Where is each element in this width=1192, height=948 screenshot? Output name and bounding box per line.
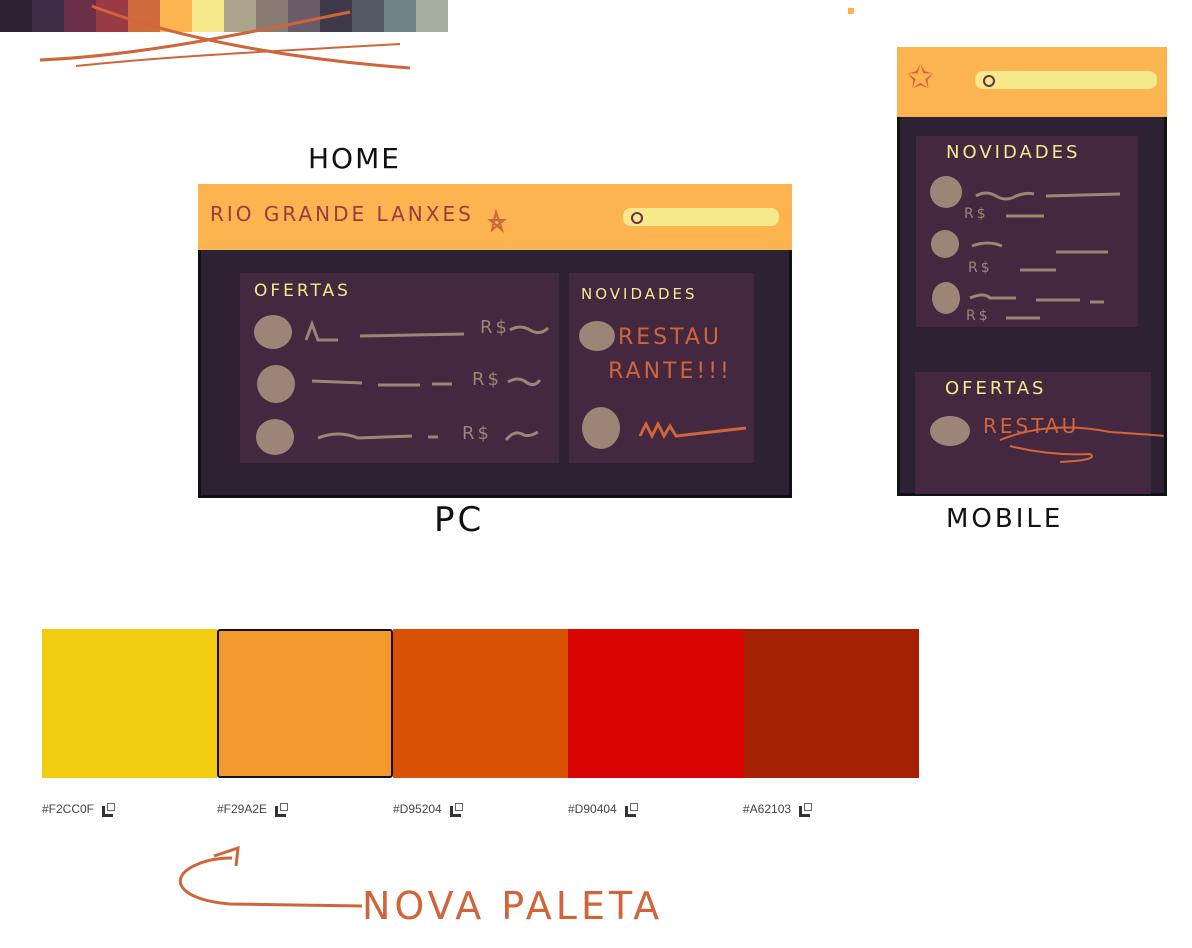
copy-icon[interactable]: [275, 802, 289, 817]
pc-oferta-thumb: [254, 315, 292, 349]
old-swatch: [384, 0, 416, 32]
search-icon: [983, 75, 995, 87]
mobile-novidade-thumb: [932, 282, 960, 314]
home-label: HOME: [308, 142, 401, 175]
hex-code: #F29A2E: [217, 802, 268, 816]
copy-icon[interactable]: [799, 802, 813, 817]
pc-novidade-thumb: [582, 407, 620, 449]
pc-header: RIO GRANDE LANXES: [198, 184, 792, 250]
old-swatch: [192, 0, 224, 32]
pc-novidades-panel: NOVIDADES RESTAU RANTE!!!: [569, 273, 754, 463]
palette-hex-3: #D95204: [393, 802, 463, 817]
mobile-price-label: R$: [964, 206, 989, 222]
palette-hex-5: #A62103: [743, 802, 813, 817]
search-icon: [631, 212, 643, 224]
pc-search-bar[interactable]: [623, 208, 779, 226]
mobile-novidades-panel: NOVIDADES R$ R$ R$: [916, 136, 1138, 327]
pc-label: PC: [434, 500, 485, 540]
mobile-novidades-title: NOVIDADES: [946, 142, 1081, 163]
old-swatch: [256, 0, 288, 32]
mobile-price-label: R$: [966, 308, 991, 324]
mobile-ofertas-text: RESTAU: [983, 414, 1080, 438]
pc-ofertas-title: OFERTAS: [254, 281, 351, 301]
old-swatch: [320, 0, 352, 32]
pc-price-label: R$: [462, 423, 492, 444]
mobile-search-bar[interactable]: [975, 71, 1157, 89]
mobile-novidade-thumb: [930, 176, 962, 208]
old-swatch: [224, 0, 256, 32]
copy-icon[interactable]: [449, 802, 463, 817]
old-palette-strip: [0, 0, 448, 32]
pc-brand: RIO GRANDE LANXES: [210, 202, 474, 226]
old-swatch: [160, 0, 192, 32]
mobile-price-label: R$: [968, 260, 993, 276]
palette-hex-1: #F2CC0F: [42, 802, 116, 817]
tiny-dot: [848, 8, 854, 14]
palette-hex-2: #F29A2E: [217, 802, 289, 817]
old-swatch: [64, 0, 96, 32]
pc-price-label: R$: [472, 369, 502, 390]
palette-swatch-4[interactable]: [568, 629, 744, 778]
arrow-stroke: [178, 856, 363, 908]
pc-novidades-title: NOVIDADES: [581, 285, 698, 303]
nova-paleta-note: NOVA PALETA: [362, 884, 664, 928]
palette-swatch-5[interactable]: [743, 629, 919, 778]
mobile-ofertas-panel: OFERTAS RESTAU: [915, 372, 1151, 494]
hex-code: #F2CC0F: [42, 802, 95, 816]
pc-oferta-thumb: [257, 365, 295, 403]
palette-swatch-2[interactable]: [217, 629, 393, 778]
mobile-novidade-thumb: [931, 230, 959, 258]
mobile-label: MOBILE: [946, 504, 1064, 534]
star-logo-icon: ✩: [907, 59, 934, 95]
mobile-header: ✩: [897, 47, 1167, 117]
old-swatch: [352, 0, 384, 32]
old-swatch: [32, 0, 64, 32]
pc-ofertas-panel: OFERTAS R$ R$ R$: [240, 273, 559, 463]
copy-icon[interactable]: [624, 802, 638, 817]
old-swatch: [288, 0, 320, 32]
hex-code: #D95204: [393, 802, 442, 816]
palette-swatch-3[interactable]: [392, 629, 569, 778]
arrow-head: [213, 845, 240, 867]
old-swatch: [128, 0, 160, 32]
old-swatch: [0, 0, 32, 32]
pc-oferta-thumb: [256, 419, 294, 455]
palette-hex-4: #D90404: [568, 802, 638, 817]
copy-icon[interactable]: [102, 802, 116, 817]
palette-swatch-1[interactable]: [42, 629, 218, 778]
pc-price-label: R$: [480, 317, 510, 338]
old-swatch: [416, 0, 448, 32]
mobile-oferta-thumb: [930, 416, 970, 446]
new-palette: [42, 629, 919, 778]
old-swatch: [96, 0, 128, 32]
cross-out-stroke: [75, 43, 401, 67]
hex-code: #D90404: [568, 802, 617, 816]
mobile-ofertas-title: OFERTAS: [945, 378, 1047, 399]
pc-novidades-text: RESTAU RANTE!!!: [608, 325, 732, 384]
hex-code: #A62103: [743, 802, 792, 816]
